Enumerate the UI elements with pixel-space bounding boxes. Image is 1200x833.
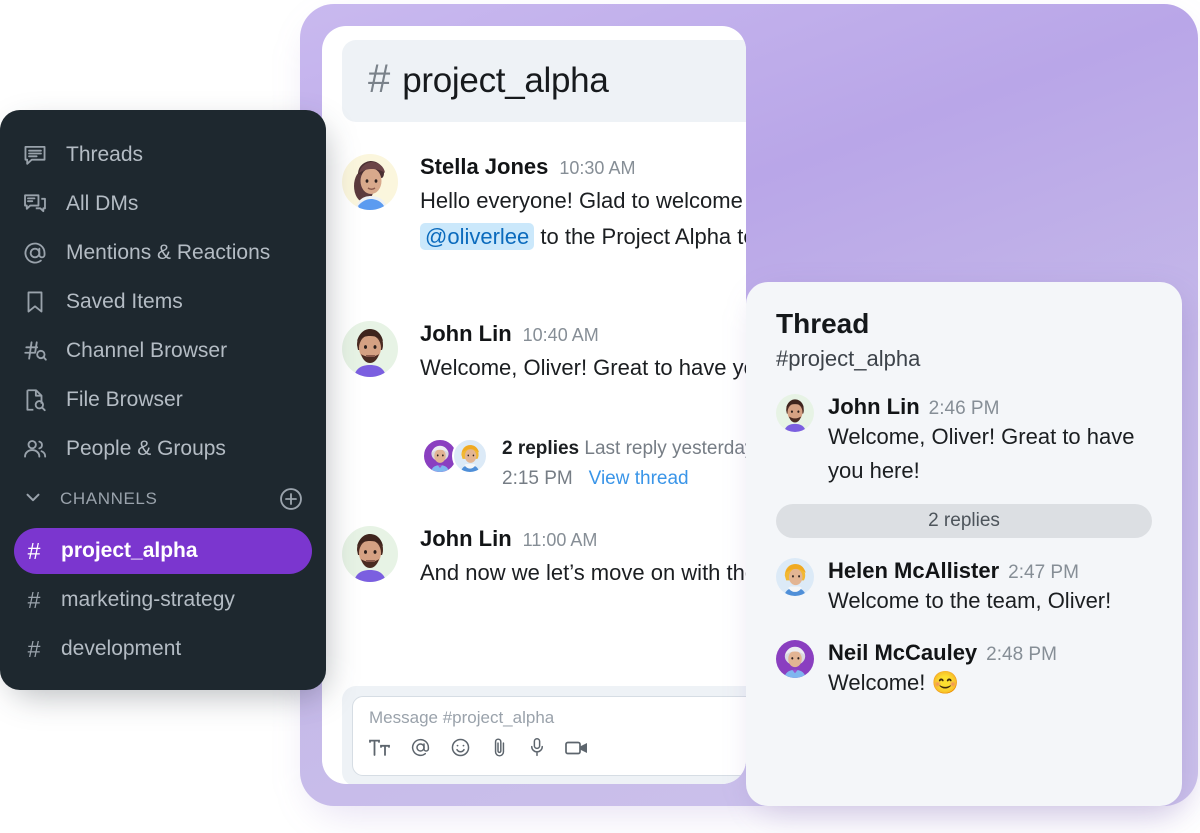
threads-icon bbox=[22, 142, 48, 168]
channels-section-title: CHANNELS bbox=[60, 489, 158, 508]
hash-icon: # bbox=[368, 57, 391, 101]
message-text: Welcome, Oliver! Great to have you here! bbox=[420, 355, 746, 380]
thread-message-text: Welcome! 😊 bbox=[828, 670, 959, 696]
message-timestamp: 10:40 AM bbox=[522, 325, 599, 345]
avatar-john-lin[interactable] bbox=[342, 321, 398, 377]
avatar-neil-mccauley[interactable] bbox=[776, 640, 814, 679]
thread-participant-avatars bbox=[422, 434, 488, 474]
message-text: And now we let’s move on with the plan f… bbox=[420, 560, 746, 585]
chevron-down-icon[interactable] bbox=[22, 486, 44, 513]
message-row: Stella Jones 10:30 AM Hello everyone! Gl… bbox=[342, 154, 746, 256]
thread-message-text: Welcome, Oliver! Great to have you here! bbox=[828, 424, 1135, 484]
avatar-helen-mcallister[interactable] bbox=[452, 438, 488, 474]
thread-reply-count: 2 replies bbox=[502, 438, 580, 459]
thread-panel-title: Thread bbox=[776, 308, 870, 339]
sidebar-item-all-dms[interactable]: All DMs bbox=[0, 179, 326, 228]
mention-icon[interactable] bbox=[410, 737, 431, 758]
thread-panel-subtitle: #project_alpha bbox=[776, 346, 921, 371]
message-row: John Lin 11:00 AM And now we let’s move … bbox=[342, 526, 746, 591]
thread-message-text: Welcome to the team, Oliver! bbox=[828, 588, 1112, 614]
avatar-john-lin[interactable] bbox=[342, 526, 398, 582]
message-text-part2: to the Project Alpha team! 🎉 bbox=[540, 224, 746, 250]
emoji-icon[interactable] bbox=[450, 737, 471, 758]
sidebar-item-label: Mentions & Reactions bbox=[66, 240, 271, 264]
channel-header[interactable]: # project_alpha bbox=[342, 40, 746, 122]
thread-panel: Thread #project_alpha John Lin 2:46 PM W… bbox=[746, 282, 1182, 806]
message-text-part1: Hello everyone! Glad to welcome our new … bbox=[420, 188, 746, 213]
sidebar-item-channel-browser[interactable]: Channel Browser bbox=[0, 326, 326, 375]
all-dms-icon bbox=[22, 191, 48, 217]
sidebar-item-threads[interactable]: Threads bbox=[0, 130, 326, 179]
file-browser-icon bbox=[22, 387, 48, 413]
microphone-icon[interactable] bbox=[528, 737, 546, 758]
message-text: Hello everyone! Glad to welcome our new … bbox=[420, 183, 746, 256]
sidebar-item-mentions[interactable]: Mentions & Reactions bbox=[0, 228, 326, 277]
bookmark-icon bbox=[22, 289, 48, 315]
sidebar-item-file-browser[interactable]: File Browser bbox=[0, 375, 326, 424]
channels-section-header[interactable]: CHANNELS bbox=[0, 473, 326, 525]
sidebar-item-label: Saved Items bbox=[66, 289, 183, 313]
thread-reply-row: Neil McCauley 2:48 PM Welcome! 😊 bbox=[776, 640, 1152, 700]
sidebar-item-people-groups[interactable]: People & Groups bbox=[0, 424, 326, 473]
sidebar-channel-project-alpha[interactable]: # project_alpha bbox=[14, 528, 312, 574]
thread-root-message: John Lin 2:46 PM Welcome, Oliver! Great … bbox=[776, 394, 1152, 488]
composer-container: Message #project_alpha bbox=[342, 686, 746, 784]
thread-summary[interactable]: 2 replies Last reply yesterday at 2:15 P… bbox=[422, 434, 746, 495]
people-groups-icon bbox=[22, 436, 48, 462]
thread-message-author[interactable]: John Lin bbox=[828, 394, 920, 420]
sidebar-item-label: People & Groups bbox=[66, 436, 226, 460]
composer-toolbar bbox=[369, 737, 746, 758]
message-author[interactable]: John Lin bbox=[420, 526, 512, 552]
message-timestamp: 11:00 AM bbox=[522, 530, 598, 550]
thread-message-author[interactable]: Neil McCauley bbox=[828, 640, 977, 666]
page-title: project_alpha bbox=[402, 61, 609, 100]
message-input[interactable]: Message #project_alpha bbox=[352, 696, 746, 776]
avatar-helen-mcallister[interactable] bbox=[776, 558, 814, 597]
hash-icon: # bbox=[27, 586, 41, 613]
sidebar-channel-development[interactable]: # development bbox=[14, 626, 312, 672]
hash-icon: # bbox=[27, 537, 41, 564]
thread-message-author[interactable]: Helen McAllister bbox=[828, 558, 999, 584]
channel-label: development bbox=[61, 637, 182, 660]
channel-label: project_alpha bbox=[61, 539, 198, 562]
mention-chip[interactable]: @oliverlee bbox=[420, 223, 535, 251]
mentions-icon bbox=[22, 240, 48, 266]
channel-label: marketing-strategy bbox=[61, 588, 235, 611]
thread-last-reply-time: 2:15 PM bbox=[502, 468, 573, 490]
sidebar-item-label: File Browser bbox=[66, 387, 183, 411]
sidebar-item-label: All DMs bbox=[66, 191, 139, 215]
sidebar: Threads All DMs Mentions & Reactions Sav… bbox=[0, 110, 326, 690]
view-thread-link[interactable]: View thread bbox=[589, 468, 689, 489]
avatar-john-lin[interactable] bbox=[776, 394, 814, 432]
thread-message-timestamp: 2:47 PM bbox=[1008, 562, 1079, 584]
thread-message-timestamp: 2:48 PM bbox=[986, 644, 1057, 666]
thread-replies-divider: 2 replies bbox=[776, 504, 1152, 539]
message-author[interactable]: John Lin bbox=[420, 321, 512, 347]
attachment-icon[interactable] bbox=[490, 737, 509, 758]
avatar-stella-jones[interactable] bbox=[342, 154, 398, 210]
message-timestamp: 10:30 AM bbox=[559, 158, 636, 178]
video-icon[interactable] bbox=[565, 739, 589, 757]
thread-message-timestamp: 2:46 PM bbox=[928, 398, 1000, 419]
sidebar-item-label: Threads bbox=[66, 142, 144, 166]
sidebar-channel-marketing-strategy[interactable]: # marketing-strategy bbox=[14, 577, 312, 623]
sidebar-item-label: Channel Browser bbox=[66, 338, 228, 362]
channel-panel: # project_alpha Stella Jones 10:30 AM He… bbox=[322, 26, 746, 784]
message-row: John Lin 10:40 AM Welcome, Oliver! Great… bbox=[342, 321, 746, 386]
hash-icon: # bbox=[27, 635, 41, 662]
plus-circle-icon[interactable] bbox=[278, 486, 304, 512]
channel-browser-icon bbox=[22, 338, 48, 364]
text-format-icon[interactable] bbox=[369, 739, 391, 757]
thread-last-reply-label: Last reply yesterday at bbox=[584, 438, 746, 459]
sidebar-item-saved[interactable]: Saved Items bbox=[0, 277, 326, 326]
message-author[interactable]: Stella Jones bbox=[420, 154, 548, 180]
thread-reply-row: Helen McAllister 2:47 PM Welcome to the … bbox=[776, 558, 1152, 618]
composer-placeholder: Message #project_alpha bbox=[369, 708, 555, 727]
screenshot-root: # project_alpha Stella Jones 10:30 AM He… bbox=[0, 0, 1200, 833]
